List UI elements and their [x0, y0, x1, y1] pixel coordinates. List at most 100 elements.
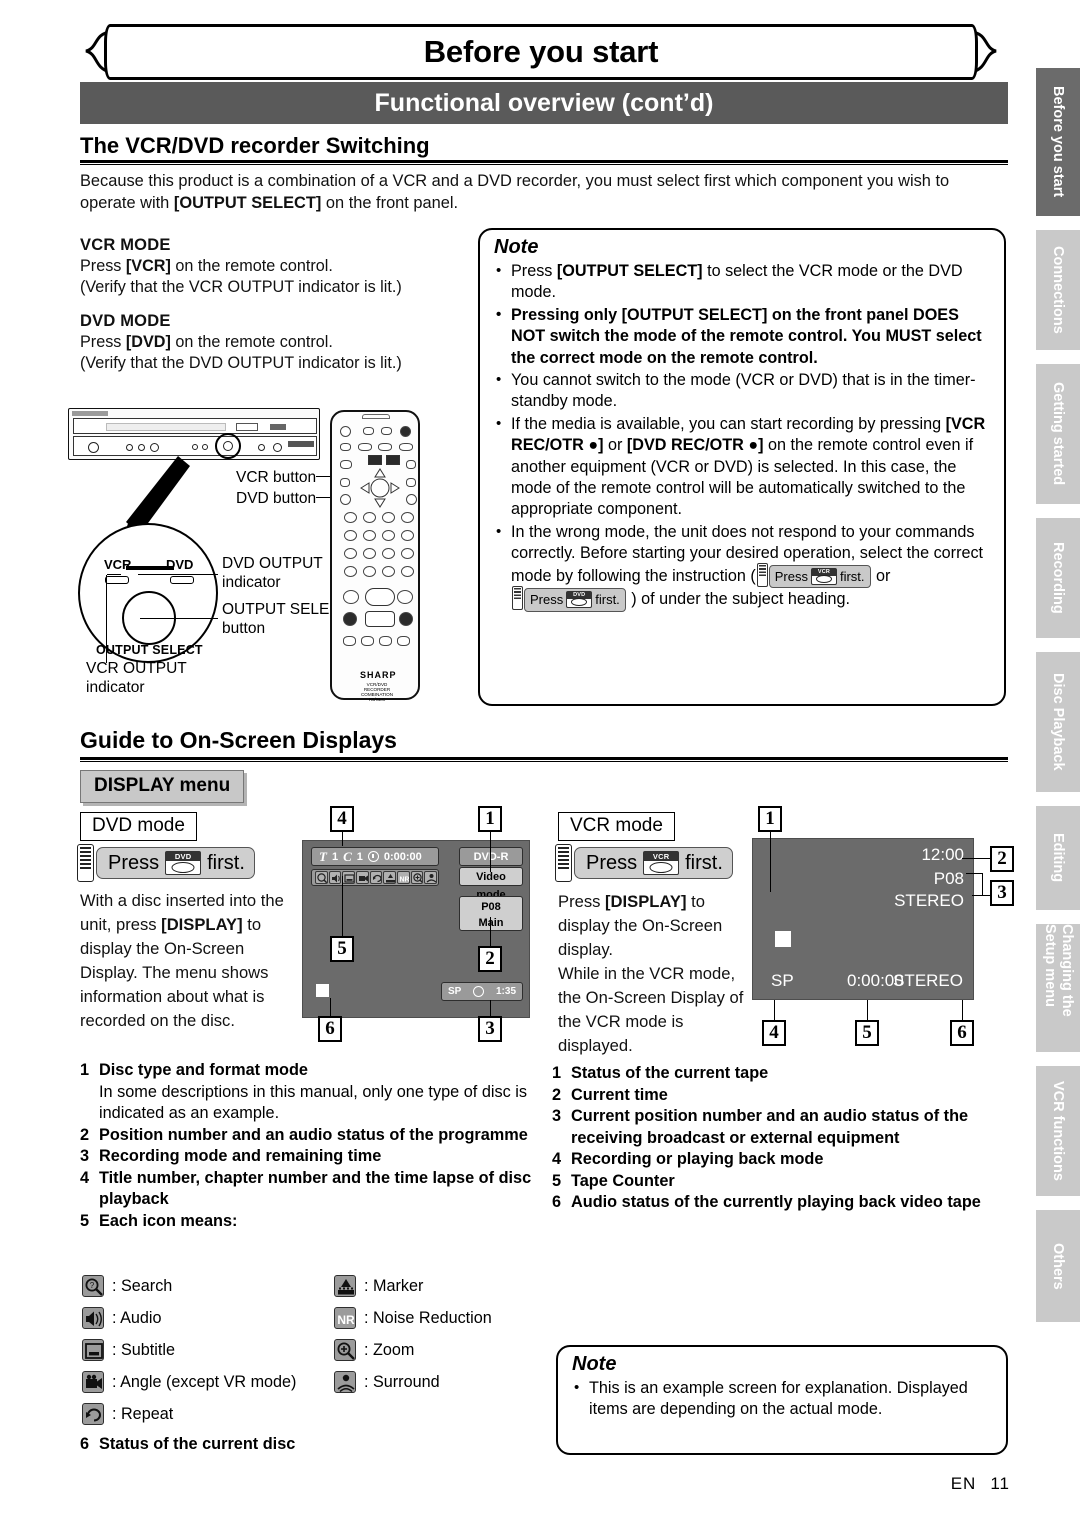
- repeat-icon: [369, 871, 383, 884]
- note-title-top: Note: [494, 236, 539, 258]
- remote-vcr-rec-button[interactable]: [343, 612, 357, 626]
- remote-rapid-button[interactable]: [399, 443, 413, 451]
- remote-num-5[interactable]: [344, 530, 357, 541]
- remote-num-2[interactable]: [363, 512, 376, 523]
- disc-icon: [473, 985, 485, 997]
- dvd-list-item-3: 3 Recording mode and remaining time: [80, 1146, 540, 1168]
- list-title: Audio status of the currently playing ba…: [571, 1193, 981, 1211]
- list-number: 3: [552, 1107, 562, 1125]
- sidebar-tab-vcr-functions[interactable]: VCR functions: [1036, 1066, 1080, 1196]
- vcr-list-item-6: 6 Audio status of the currently playing b…: [552, 1192, 1002, 1214]
- dvd-mode-line1-a: Press: [80, 333, 126, 351]
- remote-index-button[interactable]: [401, 566, 414, 577]
- remote-dvd-button[interactable]: [386, 455, 400, 465]
- section-header: Functional overview (cont’d): [80, 82, 1008, 124]
- remote-scan-button[interactable]: [340, 460, 352, 469]
- remote-num-0[interactable]: [363, 548, 376, 559]
- remote-extra-2[interactable]: [361, 636, 374, 646]
- remote-num-3[interactable]: [382, 512, 395, 523]
- dvd-callout-2: 2: [478, 946, 502, 972]
- svg-text:NR: NR: [337, 1313, 355, 1327]
- remote-power-button[interactable]: [340, 426, 351, 437]
- remote-forward-button[interactable]: [397, 590, 413, 604]
- remote-return-button[interactable]: [406, 478, 416, 487]
- angle-icon: [82, 1371, 104, 1393]
- sidebar-tab-editing[interactable]: Editing: [1036, 806, 1080, 910]
- vcr-osd-audio-bottom: STEREO: [893, 971, 963, 990]
- list-title: Tape Counter: [571, 1171, 675, 1190]
- dvd-callout-3: 3: [478, 1016, 502, 1042]
- clock-icon: [367, 851, 379, 862]
- remote-display-button[interactable]: [406, 494, 417, 505]
- subtitle-icon: [342, 871, 356, 884]
- remote-extra-4[interactable]: [397, 636, 410, 646]
- vcr-button-chip-icon: VCR: [810, 567, 837, 585]
- note-item-5: In the wrong mode, the unit does not res…: [494, 521, 992, 612]
- remote-num-9[interactable]: [344, 548, 357, 559]
- remote-menu-button[interactable]: [340, 478, 350, 487]
- legend-row-surround: : Surround: [334, 1371, 440, 1393]
- remote-num-4[interactable]: [401, 512, 414, 523]
- vcr-callout-4: 4: [762, 1020, 786, 1046]
- vcr-leader-3v: [982, 873, 984, 895]
- vcr-callout-1: 1: [758, 806, 782, 832]
- vcr-button-chip-icon: VCR: [643, 851, 680, 875]
- power-knob: [88, 442, 99, 453]
- first-label: first.: [685, 851, 723, 874]
- remote-extra-1[interactable]: [343, 636, 356, 646]
- vcr-paragraph-a: Press: [558, 892, 606, 911]
- remote-info-button[interactable]: [340, 494, 351, 505]
- remote-chapter-button[interactable]: [344, 566, 357, 577]
- press-vcr-first-badge: Press VCR first.: [555, 844, 733, 882]
- remote-num-6[interactable]: [363, 530, 376, 541]
- remote-rewind-button[interactable]: [343, 590, 359, 604]
- list-number: 5: [552, 1171, 562, 1190]
- sidebar-tab-recording[interactable]: Recording: [1036, 518, 1080, 638]
- repeat-icon: [82, 1403, 104, 1425]
- sidebar-tab-others[interactable]: Others: [1036, 1210, 1080, 1322]
- remote-vcr-button[interactable]: [368, 455, 382, 465]
- list-number: 5: [80, 1211, 90, 1230]
- remote-stop-button[interactable]: [365, 611, 395, 627]
- remote-display2-button[interactable]: [382, 566, 395, 577]
- remote-play-button[interactable]: [365, 588, 395, 606]
- first-label: first.: [595, 592, 620, 608]
- disc-tray: [236, 423, 258, 431]
- remote-extra-3[interactable]: [379, 636, 392, 646]
- dvd-mode-key: [DVD]: [125, 333, 171, 351]
- remote-setup-button[interactable]: [381, 427, 392, 435]
- remote-text-button[interactable]: [340, 443, 351, 451]
- list-number: 4: [80, 1168, 90, 1187]
- callout-dvd-output-indicator: DVD OUTPUT indicator: [222, 555, 323, 591]
- sidebar-tab-getting-started[interactable]: Getting started: [1036, 364, 1080, 504]
- dvd-list-item-1: 1 Disc type and format mode: [80, 1060, 540, 1082]
- dvd-display-key: [DISPLAY]: [161, 915, 243, 934]
- misc-knob-4: [192, 444, 198, 450]
- remote-hold-button[interactable]: [378, 443, 392, 451]
- remote-timer-button[interactable]: [363, 427, 374, 435]
- dvd-list-sub-1: In some descriptions in this manual, onl…: [99, 1082, 528, 1123]
- sidebar-tab-changing-setup-menu[interactable]: Changing the Setup menu: [1036, 924, 1080, 1052]
- press-vcr-first-inline-badge: Press VCR first.: [756, 562, 871, 589]
- sidebar-tab-before-you-start[interactable]: Before you start: [1036, 68, 1080, 216]
- remote-skip-fwd[interactable]: [401, 548, 414, 559]
- dvd-list-item-2: 2 Position number and an audio status of …: [80, 1125, 540, 1147]
- note-item-1: Press [OUTPUT SELECT] to select the VCR …: [494, 260, 992, 304]
- remote-num-7[interactable]: [382, 530, 395, 541]
- remote-eject-button[interactable]: [400, 426, 411, 437]
- remote-num-1[interactable]: [344, 512, 357, 523]
- remote-space-button[interactable]: [363, 566, 376, 577]
- first-label: first.: [839, 568, 865, 584]
- remote-timeslip-button[interactable]: [358, 443, 372, 451]
- callout-vcr-button: VCR button: [236, 469, 317, 486]
- remote-num-8[interactable]: [401, 530, 414, 541]
- dvd-mode-title: DVD MODE: [80, 312, 171, 330]
- remote-skip-back[interactable]: [382, 548, 395, 559]
- sidebar-tab-connections[interactable]: Connections: [1036, 230, 1080, 350]
- remote-dpad[interactable]: [360, 468, 400, 508]
- dvd-mode-block: DVD MODE Press [DVD] on the remote contr…: [80, 310, 480, 374]
- intro-output-select: [OUTPUT SELECT]: [173, 194, 322, 212]
- remote-clear-button[interactable]: [406, 460, 416, 469]
- remote-dvd-rec-button[interactable]: [399, 612, 413, 626]
- sidebar-tab-disc-playback[interactable]: Disc Playback: [1036, 652, 1080, 792]
